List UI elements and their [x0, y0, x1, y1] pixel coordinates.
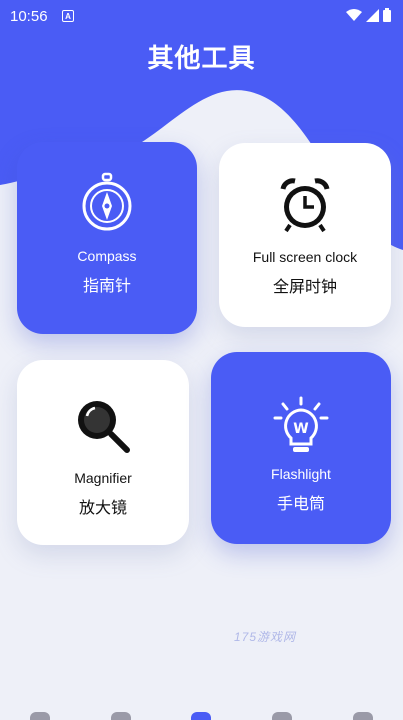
nav-apps-icon[interactable] — [272, 712, 293, 720]
battery-icon — [383, 8, 391, 22]
magnifier-card[interactable]: Magnifier 放大镜 — [17, 360, 189, 545]
clock-label-zh: 全屏时钟 — [272, 279, 337, 296]
nav-tools-icon[interactable] — [110, 712, 131, 720]
nav-home-icon[interactable] — [30, 712, 51, 720]
status-time: 10:56 — [10, 8, 48, 25]
compass-label-zh: 指南针 — [82, 278, 131, 295]
status-bar: 10:56 A — [0, 0, 403, 32]
lightbulb-icon: W — [273, 396, 329, 452]
full-screen-clock-card[interactable]: Full screen clock 全屏时钟 — [219, 143, 391, 327]
compass-icon — [82, 172, 132, 231]
clock-label-en: Full screen clock — [252, 249, 358, 265]
flashlight-card[interactable]: W Flashlight 手电筒 — [211, 352, 391, 544]
compass-label-en: Compass — [77, 248, 137, 264]
wifi-icon — [346, 8, 362, 21]
alarm-clock-icon — [280, 178, 330, 233]
flashlight-label-en: Flashlight — [271, 466, 331, 482]
bottom-nav — [0, 706, 403, 720]
nav-profile-icon[interactable] — [352, 712, 373, 720]
flashlight-label-zh: 手电筒 — [276, 496, 325, 513]
notification-icon: A — [62, 10, 74, 22]
magnifier-icon — [78, 401, 130, 453]
watermark: 175游戏网 — [234, 630, 297, 644]
magnifier-label-en: Magnifier — [74, 470, 132, 486]
status-icons — [346, 8, 391, 22]
signal-icon — [366, 8, 379, 22]
page-title: 其他工具 — [147, 44, 256, 74]
compass-card[interactable]: Compass 指南针 — [17, 142, 197, 334]
svg-text:W: W — [293, 421, 308, 437]
nav-active-icon[interactable] — [191, 712, 212, 720]
magnifier-label-zh: 放大镜 — [78, 500, 127, 517]
